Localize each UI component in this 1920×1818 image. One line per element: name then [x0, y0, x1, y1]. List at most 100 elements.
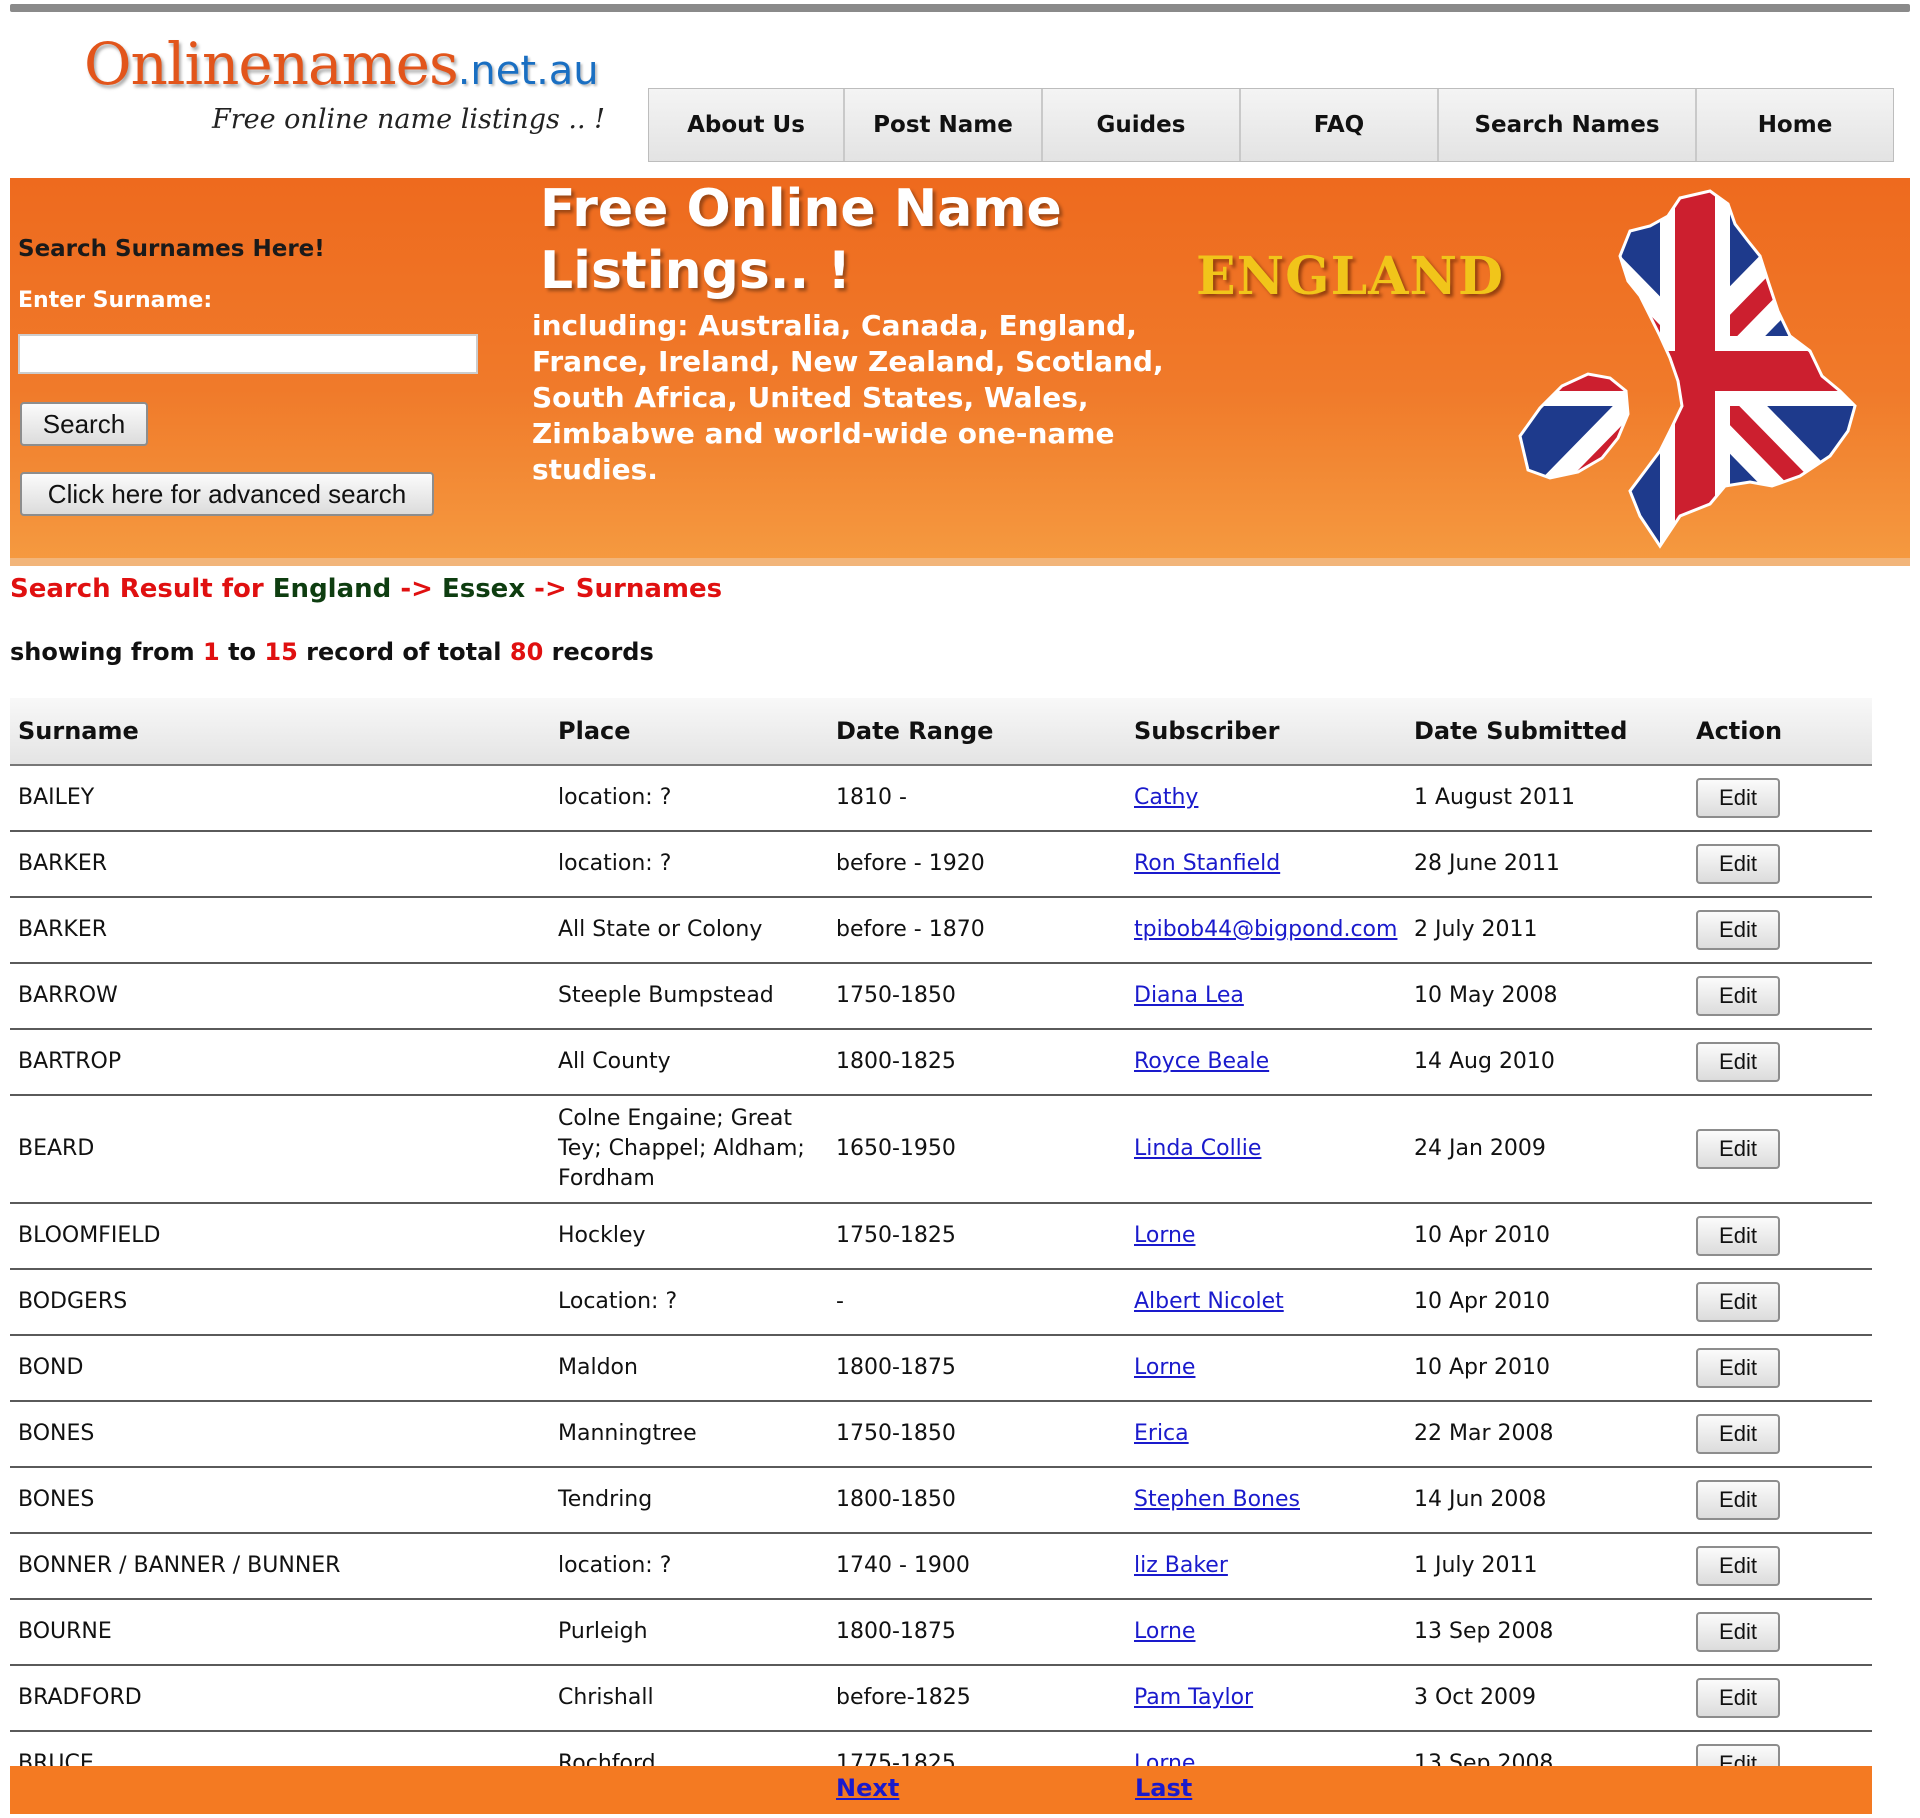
record-total: 80	[509, 638, 544, 666]
cell-subscriber: tpibob44@bigpond.com	[1126, 897, 1406, 964]
site-logo[interactable]: Onlinenames.net.au Free online name list…	[84, 30, 605, 150]
logo-text: Onlinenames.net.au	[84, 30, 599, 98]
cell-subscriber: Cathy	[1126, 765, 1406, 832]
subscriber-link[interactable]: Pam Taylor	[1134, 1685, 1253, 1710]
nav-post-name[interactable]: Post Name	[845, 89, 1043, 161]
cell-surname: BAILEY	[10, 765, 550, 832]
nav-faq[interactable]: FAQ	[1241, 89, 1439, 161]
banner-divider	[10, 558, 1910, 566]
table-row: BARTROP All County 1800-1825 Royce Beale 14 …	[10, 1029, 1872, 1096]
record-count: showing from 1 to 15 record of total 80 …	[10, 638, 654, 666]
edit-button[interactable]: Edit	[1696, 910, 1780, 950]
edit-button[interactable]: Edit	[1696, 976, 1780, 1016]
cell-date-range: before-1825	[828, 1665, 1126, 1732]
logo-domain: .net.au	[457, 48, 599, 94]
subscriber-link[interactable]: Lorne	[1134, 1223, 1195, 1248]
last-page-link[interactable]: Last	[1135, 1774, 1192, 1802]
cell-date-range: before - 1920	[828, 831, 1126, 898]
edit-button[interactable]: Edit	[1696, 1678, 1780, 1718]
cell-date-range: 1800-1825	[828, 1029, 1126, 1096]
edit-button[interactable]: Edit	[1696, 1282, 1780, 1322]
cell-subscriber: Pam Taylor	[1126, 1665, 1406, 1732]
col-header-subscriber: Subscriber	[1126, 698, 1406, 766]
cell-subscriber: Lorne	[1126, 1203, 1406, 1270]
edit-button[interactable]: Edit	[1696, 1546, 1780, 1586]
surname-label: Enter Surname:	[18, 288, 213, 313]
cell-date-submitted: 3 Oct 2009	[1406, 1665, 1688, 1732]
cell-surname: BEARD	[10, 1095, 550, 1204]
edit-button[interactable]: Edit	[1696, 1042, 1780, 1082]
cell-subscriber: liz Baker	[1126, 1533, 1406, 1600]
cell-surname: BODGERS	[10, 1269, 550, 1336]
subscriber-link[interactable]: Diana Lea	[1134, 983, 1244, 1008]
col-header-surname: Surname	[10, 698, 550, 766]
edit-button[interactable]: Edit	[1696, 1414, 1780, 1454]
edit-button[interactable]: Edit	[1696, 1348, 1780, 1388]
search-button[interactable]: Search	[20, 402, 148, 446]
cell-date-submitted: 10 Apr 2010	[1406, 1269, 1688, 1336]
cell-place: Maldon	[550, 1335, 828, 1402]
breadcrumb-county: Essex	[441, 574, 526, 604]
cell-date-submitted: 10 Apr 2010	[1406, 1335, 1688, 1402]
edit-button[interactable]: Edit	[1696, 1129, 1780, 1169]
cell-date-submitted: 1 August 2011	[1406, 765, 1688, 832]
cell-date-range: 1800-1850	[828, 1467, 1126, 1534]
subscriber-link[interactable]: liz Baker	[1134, 1553, 1228, 1578]
top-border	[10, 4, 1910, 12]
cell-surname: BRADFORD	[10, 1665, 550, 1732]
table-row: BONNER / BANNER / BUNNER location: ? 1740 …	[10, 1533, 1872, 1600]
cell-surname: BLOOMFIELD	[10, 1203, 550, 1270]
nav-guides[interactable]: Guides	[1043, 89, 1241, 161]
subscriber-link[interactable]: tpibob44@bigpond.com	[1134, 917, 1397, 942]
banner-subtitle: including: Australia, Canada, England, F…	[532, 309, 1164, 486]
subscriber-link[interactable]: Linda Collie	[1134, 1136, 1261, 1161]
record-count-text: showing from	[10, 638, 195, 666]
cell-subscriber: Stephen Bones	[1126, 1467, 1406, 1534]
cell-date-range: -	[828, 1269, 1126, 1336]
cell-action: Edit	[1688, 1533, 1872, 1600]
cell-surname: BARKER	[10, 897, 550, 964]
edit-button[interactable]: Edit	[1696, 778, 1780, 818]
nav-about-us[interactable]: About Us	[649, 89, 845, 161]
cell-place: Tendring	[550, 1467, 828, 1534]
next-page-link[interactable]: Next	[836, 1774, 899, 1802]
subscriber-link[interactable]: Royce Beale	[1134, 1049, 1269, 1074]
cell-surname: BONES	[10, 1467, 550, 1534]
subscriber-link[interactable]: Lorne	[1134, 1355, 1195, 1380]
cell-place: Manningtree	[550, 1401, 828, 1468]
edit-button[interactable]: Edit	[1696, 1480, 1780, 1520]
nav-search-names[interactable]: Search Names	[1439, 89, 1697, 161]
cell-place: All County	[550, 1029, 828, 1096]
cell-date-submitted: 22 Mar 2008	[1406, 1401, 1688, 1468]
cell-surname: BOND	[10, 1335, 550, 1402]
cell-subscriber: Lorne	[1126, 1599, 1406, 1666]
cell-date-submitted: 10 May 2008	[1406, 963, 1688, 1030]
cell-subscriber: Albert Nicolet	[1126, 1269, 1406, 1336]
edit-button[interactable]: Edit	[1696, 1216, 1780, 1256]
col-header-action: Action	[1688, 698, 1872, 766]
cell-place: Hockley	[550, 1203, 828, 1270]
subscriber-link[interactable]: Stephen Bones	[1134, 1487, 1300, 1512]
surname-input[interactable]	[18, 334, 478, 374]
breadcrumb-separator: ->	[534, 574, 567, 604]
edit-button[interactable]: Edit	[1696, 844, 1780, 884]
breadcrumb: Search Result for England -> Essex -> Su…	[10, 574, 722, 604]
pager: Next Last	[10, 1766, 1872, 1814]
table-row: BARROW Steeple Bumpstead 1750-1850 Diana Le…	[10, 963, 1872, 1030]
advanced-search-button[interactable]: Click here for advanced search	[20, 472, 434, 516]
cell-date-range: before - 1870	[828, 897, 1126, 964]
breadcrumb-country: England	[272, 574, 392, 604]
col-header-place: Place	[550, 698, 828, 766]
cell-action: Edit	[1688, 963, 1872, 1030]
cell-action: Edit	[1688, 1401, 1872, 1468]
edit-button[interactable]: Edit	[1696, 1612, 1780, 1652]
union-jack-map-icon	[1518, 189, 1857, 549]
banner-title: Free Online Name Listings.. !	[540, 179, 1062, 301]
subscriber-link[interactable]: Erica	[1134, 1421, 1189, 1446]
subscriber-link[interactable]: Cathy	[1134, 785, 1198, 810]
subscriber-link[interactable]: Lorne	[1134, 1619, 1195, 1644]
nav-home[interactable]: Home	[1697, 89, 1893, 161]
cell-place: Purleigh	[550, 1599, 828, 1666]
subscriber-link[interactable]: Ron Stanfield	[1134, 851, 1280, 876]
subscriber-link[interactable]: Albert Nicolet	[1134, 1289, 1284, 1314]
